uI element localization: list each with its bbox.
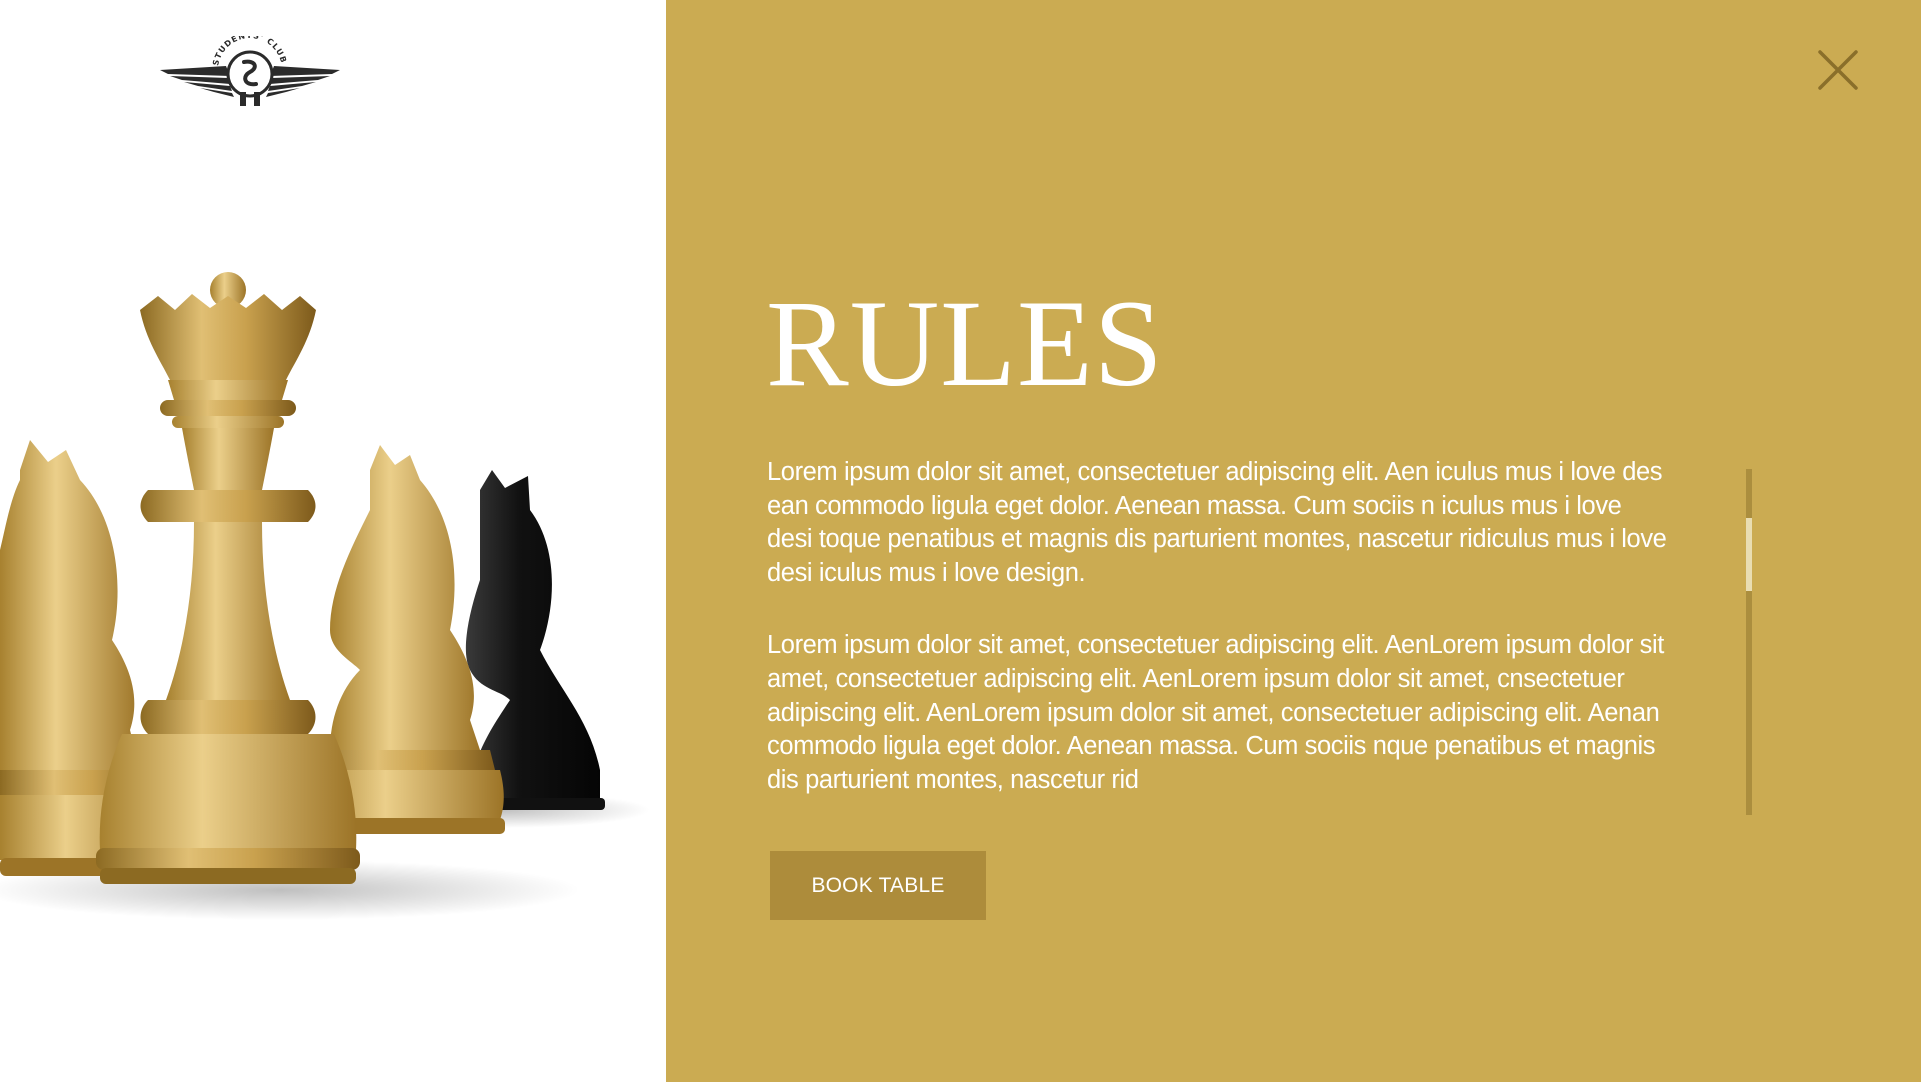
rules-content: Lorem ipsum dolor sit amet, consectetuer…	[767, 456, 1667, 836]
scrollbar-thumb[interactable]	[1746, 518, 1752, 591]
rules-paragraph-2: Lorem ipsum dolor sit amet, consectetuer…	[767, 631, 1664, 794]
content-scrollbar[interactable]	[1746, 469, 1752, 815]
book-table-button[interactable]: BOOK TABLE	[770, 851, 986, 920]
page-title: RULES	[766, 275, 1164, 412]
close-icon[interactable]	[1816, 48, 1860, 92]
left-panel: STUDENTS' CLUB	[0, 0, 666, 1082]
club-logo[interactable]: STUDENTS' CLUB	[160, 36, 340, 112]
chess-pieces-image	[0, 272, 650, 920]
rules-paragraph-1: Lorem ipsum dolor sit amet, consectetuer…	[767, 458, 1667, 587]
